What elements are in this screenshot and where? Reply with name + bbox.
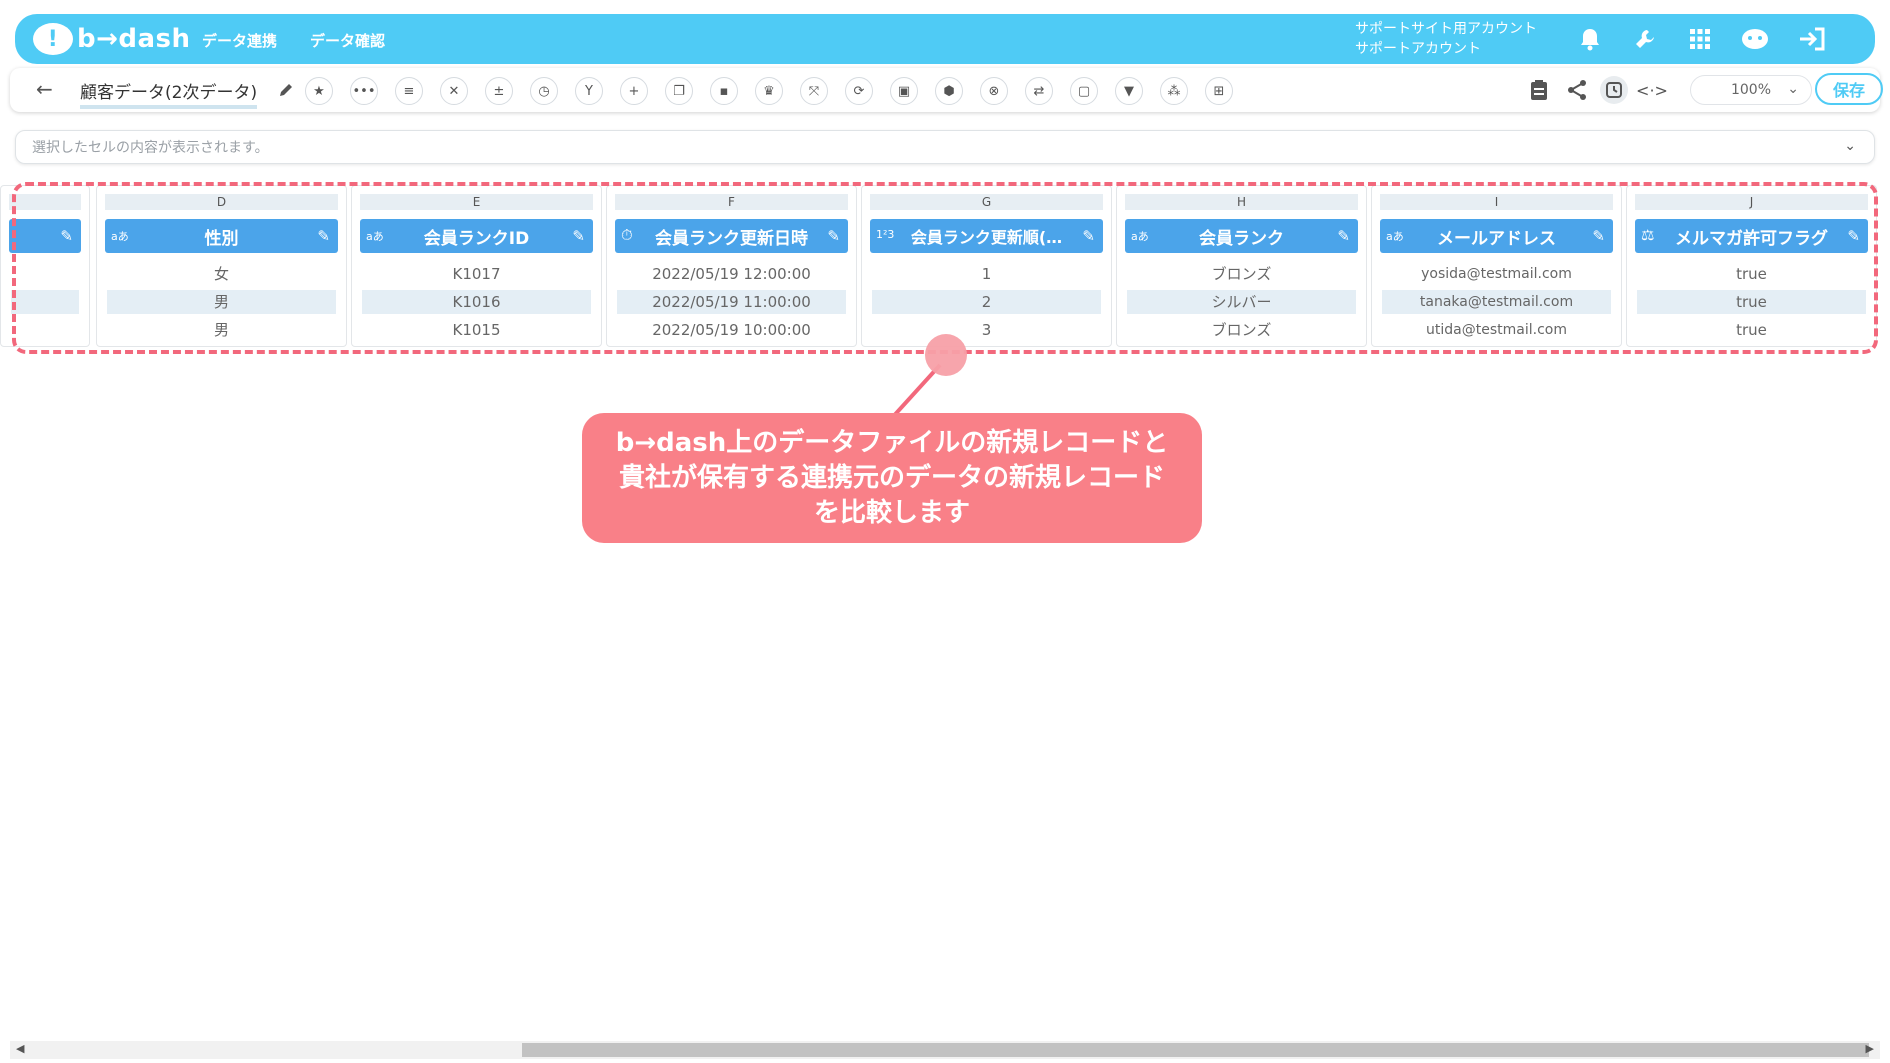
account-site: サポートサイト用アカウント <box>1355 21 1537 37</box>
zoom-select[interactable]: 100% ⌄ <box>1690 75 1812 105</box>
scroll-left-arrow-icon[interactable]: ◀ <box>16 1042 24 1055</box>
logo-text: b→dash <box>77 24 191 54</box>
highlight-dashed-frame <box>12 182 1878 354</box>
save-button[interactable]: 保存 <box>1815 73 1883 105</box>
calc-icon[interactable]: ± <box>485 77 513 105</box>
box-icon[interactable]: ⬢ <box>935 77 963 105</box>
clipboard-icon[interactable] <box>1525 76 1553 104</box>
share-icon[interactable] <box>1563 76 1591 104</box>
copy-icon[interactable]: ❐ <box>665 77 693 105</box>
cancel-icon[interactable]: ⊗ <box>980 77 1008 105</box>
merge-icon[interactable]: Y <box>575 77 603 105</box>
scroll-right-arrow-icon[interactable]: ▶ <box>1866 1042 1874 1055</box>
lines-icon[interactable]: ≡ <box>395 77 423 105</box>
scrollbar-thumb[interactable] <box>522 1043 1869 1057</box>
frame-icon[interactable]: ▢ <box>1070 77 1098 105</box>
lock-icon[interactable]: ▣ <box>890 77 918 105</box>
plus-icon[interactable]: + <box>620 77 648 105</box>
replace-icon[interactable]: ⇄ <box>1025 77 1053 105</box>
crown-icon[interactable]: ♛ <box>755 77 783 105</box>
bell-icon[interactable] <box>1575 24 1605 54</box>
tools-icon[interactable]: ✕ <box>440 77 468 105</box>
editor-toolbar: ← 顧客データ(2次データ) ★ ••• ≡ ✕ ± ◷ Y + ❐ ▪ ♛ ⤧… <box>10 68 1883 112</box>
repeat-icon[interactable]: ⟳ <box>845 77 873 105</box>
edit-title-pencil-icon[interactable] <box>272 76 300 104</box>
apps-grid-icon[interactable] <box>1685 24 1715 54</box>
zoom-value: 100% <box>1730 82 1772 98</box>
account-user: サポートアカウント <box>1355 41 1481 57</box>
chevron-down-icon[interactable]: ⌄ <box>1844 138 1856 154</box>
code-icon[interactable]: <·> <box>1636 76 1668 104</box>
bdash-logo[interactable]: ! b→dash <box>33 20 191 58</box>
data-file-title[interactable]: 顧客データ(2次データ) <box>80 78 258 109</box>
filter-icon[interactable]: ▼ <box>1115 77 1143 105</box>
table-icon[interactable]: ⊞ <box>1205 77 1233 105</box>
nav-data-linkage[interactable]: データ連携 <box>202 30 277 51</box>
nav-data-check[interactable]: データ確認 <box>310 30 385 51</box>
trash-icon[interactable]: ▪ <box>710 77 738 105</box>
callout-pointer-dot <box>925 334 967 376</box>
chevron-down-icon: ⌄ <box>1787 81 1799 97</box>
cell-content-placeholder: 選択したセルの内容が表示されます。 <box>32 140 269 156</box>
chat-robot-icon[interactable] <box>1740 24 1770 54</box>
dots-icon[interactable]: ••• <box>350 77 378 105</box>
pattern-icon[interactable]: ⁂ <box>1160 77 1188 105</box>
back-arrow-icon[interactable]: ← <box>36 77 53 101</box>
timer-icon[interactable]: ◷ <box>530 77 558 105</box>
expand-icon[interactable]: ⤧ <box>800 77 828 105</box>
logout-icon[interactable] <box>1797 24 1827 54</box>
cell-content-bar[interactable]: 選択したセルの内容が表示されます。 ⌄ <box>15 130 1875 164</box>
horizontal-scrollbar[interactable]: ◀ ▶ <box>10 1041 1880 1059</box>
logo-bubble-icon: ! <box>33 23 73 55</box>
top-navigation-bar: ! b→dash データ連携 データ確認 サポートサイト用アカウント サポートア… <box>15 14 1875 64</box>
wrench-icon[interactable] <box>1630 24 1660 54</box>
account-info[interactable]: サポートサイト用アカウント サポートアカウント <box>1355 19 1537 59</box>
history-icon[interactable] <box>1600 76 1628 104</box>
star-icon[interactable]: ★ <box>305 77 333 105</box>
callout-annotation: b→dash上のデータファイルの新規レコードと 貴社が保有する連携元のデータの新… <box>582 413 1202 543</box>
